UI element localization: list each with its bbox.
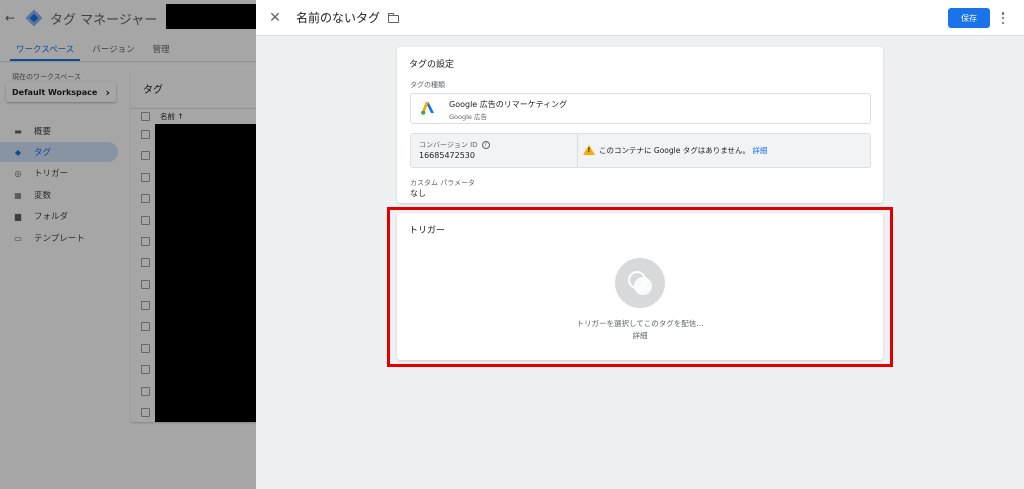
panel-header: ✕ 名前のないタグ xyxy=(256,0,1024,36)
tag-type-label: タグの種類 xyxy=(410,81,445,89)
warning-learn-more-link[interactable]: 詳細 xyxy=(752,146,767,155)
custom-params-value: なし xyxy=(410,189,426,198)
warning-message: このコンテナに Google タグはありません。 詳細 xyxy=(599,146,768,155)
help-icon[interactable]: ? xyxy=(481,141,490,149)
annotation-highlight-box xyxy=(387,207,893,367)
conversion-id-label: コンバージョン ID ? xyxy=(419,140,490,150)
tag-name-title[interactable]: 名前のないタグ xyxy=(296,9,380,26)
tag-type-subtitle: Google 広告 xyxy=(449,113,487,121)
more-vert-icon[interactable] xyxy=(1000,10,1006,26)
warning-icon xyxy=(583,145,595,155)
conversion-info-box: コンバージョン ID ? 16685472530 このコンテナに Google … xyxy=(410,133,871,168)
tag-type-name: Google 広告のリマーケティング xyxy=(449,100,568,109)
folder-icon[interactable] xyxy=(388,12,400,23)
conversion-id-value: 16685472530 xyxy=(419,151,475,160)
custom-params-label: カスタム パラメータ xyxy=(410,179,476,187)
divider xyxy=(577,134,578,167)
save-button[interactable]: 保存 xyxy=(948,8,990,28)
google-ads-icon xyxy=(421,102,434,115)
modal-scrim[interactable] xyxy=(0,0,256,489)
tag-type-row[interactable]: Google 広告のリマーケティング Google 広告 xyxy=(410,93,871,124)
close-icon[interactable]: ✕ xyxy=(268,10,282,26)
tag-config-title: タグの設定 xyxy=(409,60,455,70)
